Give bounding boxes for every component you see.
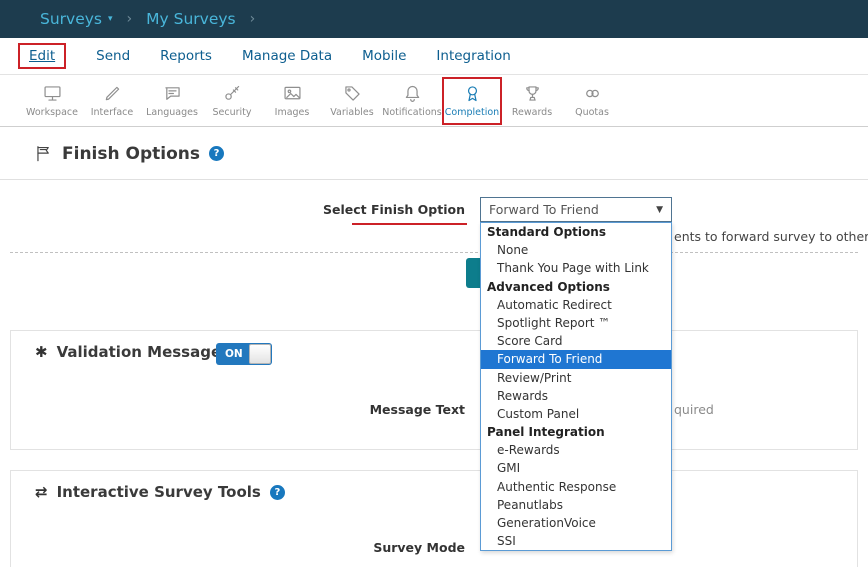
- toggle-knob[interactable]: [249, 344, 271, 364]
- dropdown-group-advanced-options: Advanced Options: [481, 278, 671, 296]
- variables-icon: [342, 83, 363, 104]
- validation-message-section: ✱ Validation Message ON: [10, 330, 858, 450]
- toolbar-item-completion[interactable]: Completion: [442, 77, 502, 125]
- tab-send[interactable]: Send: [96, 48, 130, 64]
- top-navigation-bar: Surveys ▾ › My Surveys ›: [0, 0, 868, 38]
- security-icon: [222, 83, 243, 104]
- flag-icon: [34, 144, 53, 163]
- finish-option-description-text: ents to forward survey to others.: [674, 229, 868, 244]
- toolbar-item-variables[interactable]: Variables: [322, 77, 382, 125]
- breadcrumb-separator-icon: ›: [127, 11, 133, 27]
- dropdown-option-automatic-redirect[interactable]: Automatic Redirect: [481, 296, 671, 314]
- toolbar-item-images[interactable]: Images: [262, 77, 322, 125]
- dropdown-group-standard-options: Standard Options: [481, 223, 671, 241]
- dropdown-option-e-rewards[interactable]: e-Rewards: [481, 441, 671, 459]
- toolbar-item-label: Rewards: [512, 107, 552, 118]
- dropdown-option-rewards[interactable]: Rewards: [481, 387, 671, 405]
- dropdown-option-gmi[interactable]: GMI: [481, 459, 671, 477]
- message-text-value-partial[interactable]: quired: [674, 402, 714, 417]
- interactive-survey-tools-title: Interactive Survey Tools: [57, 483, 261, 501]
- toolbar-item-label: Workspace: [26, 107, 78, 118]
- page-title: Finish Options: [62, 144, 200, 164]
- toolbar-item-label: Quotas: [575, 107, 609, 118]
- toolbar-item-label: Notifications: [382, 107, 441, 118]
- toolbar-item-workspace[interactable]: Workspace: [22, 77, 82, 125]
- finish-option-select[interactable]: Forward To Friend ▼: [480, 197, 672, 222]
- dropdown-option-authentic-response[interactable]: Authentic Response: [481, 478, 671, 496]
- select-finish-option-label: Select Finish Option: [240, 202, 465, 217]
- toolbar-item-label: Security: [212, 107, 251, 118]
- breadcrumb-separator-icon: ›: [250, 11, 256, 27]
- notifications-icon: [402, 83, 423, 104]
- quotas-icon: [582, 83, 603, 104]
- toolbar-item-rewards[interactable]: Rewards: [502, 77, 562, 125]
- tab-manage-data[interactable]: Manage Data: [242, 48, 332, 64]
- swap-arrows-icon: ⇄: [35, 483, 48, 501]
- annotation-underline: [352, 223, 467, 225]
- help-icon[interactable]: ?: [209, 146, 224, 161]
- dropdown-option-forward-to-friend[interactable]: Forward To Friend: [481, 350, 671, 368]
- tab-integration[interactable]: Integration: [436, 48, 510, 64]
- dropdown-option-thank-you-page[interactable]: Thank You Page with Link: [481, 259, 671, 277]
- breadcrumb-surveys[interactable]: Surveys ▾: [40, 10, 113, 28]
- select-caret-icon: ▼: [656, 205, 663, 215]
- interactive-survey-tools-title-row: ⇄ Interactive Survey Tools ?: [35, 483, 285, 501]
- completion-icon: [462, 83, 483, 104]
- workspace-icon: [42, 83, 63, 104]
- dropdown-option-custom-panel[interactable]: Custom Panel: [481, 405, 671, 423]
- images-icon: [282, 83, 303, 104]
- toolbar-item-label: Interface: [91, 107, 134, 118]
- dropdown-group-panel-integration: Panel Integration: [481, 423, 671, 441]
- dropdown-option-generationvoice[interactable]: GenerationVoice: [481, 514, 671, 532]
- finish-option-dropdown-list: Standard Options None Thank You Page wit…: [480, 222, 672, 551]
- toolbar-item-notifications[interactable]: Notifications: [382, 77, 442, 125]
- tab-reports[interactable]: Reports: [160, 48, 212, 64]
- dropdown-option-review-print[interactable]: Review/Print: [481, 369, 671, 387]
- interface-icon: [102, 83, 123, 104]
- survey-mode-label: Survey Mode: [240, 540, 465, 555]
- dropdown-option-ssi[interactable]: SSI: [481, 532, 671, 550]
- dropdown-option-peanutlabs[interactable]: Peanutlabs: [481, 496, 671, 514]
- tab-edit[interactable]: Edit: [18, 43, 66, 69]
- breadcrumb-my-surveys-label: My Surveys: [146, 10, 235, 28]
- asterisk-icon: ✱: [35, 343, 48, 361]
- dropdown-option-spotlight-report[interactable]: Spotlight Report ™: [481, 314, 671, 332]
- rewards-icon: [522, 83, 543, 104]
- validation-message-toggle[interactable]: ON: [216, 343, 272, 365]
- toolbar-item-label: Images: [275, 107, 310, 118]
- validation-message-title-row: ✱ Validation Message: [35, 343, 221, 361]
- tab-mobile[interactable]: Mobile: [362, 48, 406, 64]
- toolbar-item-languages[interactable]: Languages: [142, 77, 202, 125]
- toolbar-item-label: Variables: [330, 107, 373, 118]
- dropdown-option-score-card[interactable]: Score Card: [481, 332, 671, 350]
- toolbar-item-security[interactable]: Security: [202, 77, 262, 125]
- toolbar-item-label: Languages: [146, 107, 198, 118]
- toolbar-item-quotas[interactable]: Quotas: [562, 77, 622, 125]
- breadcrumb-my-surveys[interactable]: My Surveys: [146, 10, 235, 28]
- breadcrumb-surveys-label: Surveys: [40, 10, 102, 28]
- finish-option-selected-value: Forward To Friend: [489, 202, 599, 217]
- primary-tabs: Edit Send Reports Manage Data Mobile Int…: [0, 38, 868, 75]
- help-icon[interactable]: ?: [270, 485, 285, 500]
- page-header: Finish Options ?: [0, 128, 868, 180]
- dropdown-option-none[interactable]: None: [481, 241, 671, 259]
- toolbar-item-label: Completion: [445, 107, 499, 118]
- dashed-divider: [10, 252, 858, 253]
- edit-toolbar: Workspace Interface Languages Security I…: [0, 75, 868, 127]
- chevron-down-icon: ▾: [108, 14, 113, 24]
- finish-option-description: ents to forward survey to others. ?: [674, 229, 868, 244]
- languages-icon: [162, 83, 183, 104]
- toggle-on-label: ON: [225, 348, 243, 360]
- validation-message-title: Validation Message: [57, 343, 222, 361]
- toolbar-item-interface[interactable]: Interface: [82, 77, 142, 125]
- message-text-label: Message Text: [240, 402, 465, 417]
